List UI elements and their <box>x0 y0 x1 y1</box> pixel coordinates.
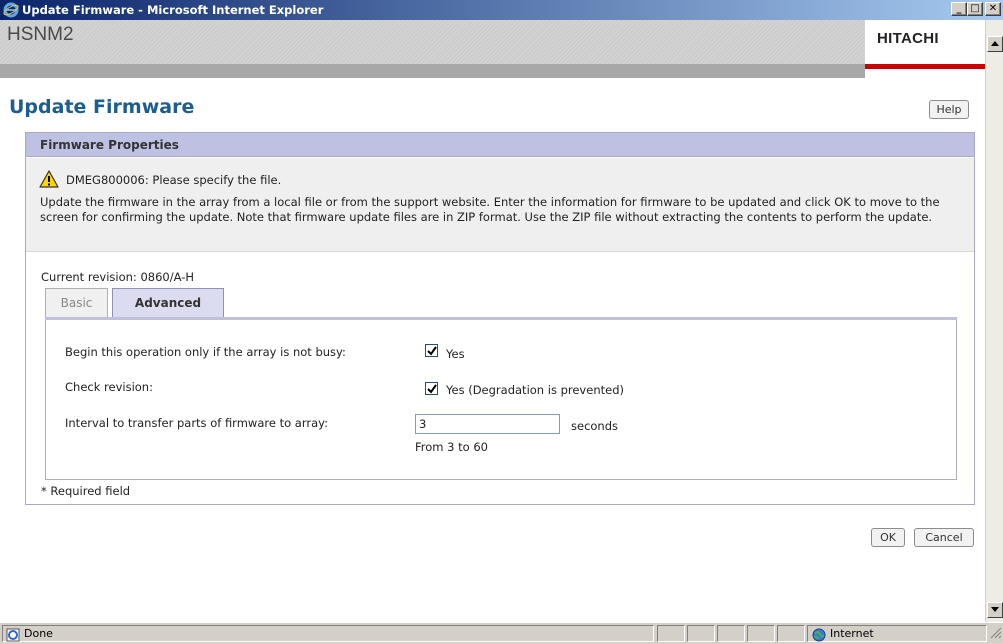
panel-title: Firmware Properties <box>40 138 179 152</box>
maximize-button[interactable]: □ <box>967 2 983 16</box>
status-segment <box>777 625 805 642</box>
scroll-down-button[interactable] <box>987 602 1003 618</box>
security-zone-panel: Internet <box>807 625 987 642</box>
busy-option-label: Begin this operation only if the array i… <box>65 345 346 359</box>
vertical-scrollbar[interactable] <box>985 20 1003 622</box>
app-header: HSNM2 HITACHI <box>0 20 985 78</box>
message-area: DMEG800006: Please specify the file. Upd… <box>26 158 974 252</box>
tab-basic[interactable]: Basic <box>45 288 108 318</box>
description-text: Update the firmware in the array from a … <box>40 195 940 224</box>
status-segment <box>687 625 715 642</box>
warning-icon <box>39 170 59 188</box>
current-revision: Current revision: 0860/A-H <box>41 270 194 284</box>
warning-message: DMEG800006: Please specify the file. <box>66 173 282 187</box>
brand-logo: HITACHI <box>865 20 985 78</box>
status-panel: Done <box>2 625 654 642</box>
arrow-up-icon <box>991 41 999 46</box>
arrow-down-icon <box>991 607 999 612</box>
status-segment <box>657 625 685 642</box>
interval-range-hint: From 3 to 60 <box>415 440 488 454</box>
required-field-note: * Required field <box>41 484 131 498</box>
internet-globe-icon <box>812 628 826 642</box>
interval-label: Interval to transfer parts of firmware t… <box>65 416 328 430</box>
ok-button[interactable]: OK <box>871 528 905 547</box>
interval-unit: seconds <box>571 419 619 433</box>
window-title-bar[interactable]: Update Firmware - Microsoft Internet Exp… <box>0 0 1003 20</box>
busy-checkbox[interactable] <box>425 344 438 357</box>
internet-explorer-icon <box>3 2 19 18</box>
page-title: Update Firmware <box>9 96 195 118</box>
interval-input[interactable] <box>415 414 560 434</box>
status-segment <box>717 625 745 642</box>
app-name: HSNM2 <box>7 24 74 45</box>
check-revision-checkbox[interactable] <box>425 382 438 395</box>
window-title: Update Firmware - Microsoft Internet Exp… <box>22 3 324 17</box>
check-icon <box>427 384 437 394</box>
page-content: HSNM2 HITACHI Update Firmware Help Firmw… <box>0 20 985 622</box>
minimize-button[interactable]: _ <box>951 2 967 16</box>
status-text: Done <box>24 627 53 640</box>
help-button[interactable]: Help <box>929 100 969 119</box>
advanced-tab-body: Begin this operation only if the array i… <box>45 320 957 480</box>
header-strip <box>0 64 865 78</box>
firmware-properties-panel: Firmware Properties DMEG800006: Please s… <box>25 132 975 505</box>
tab-advanced[interactable]: Advanced <box>112 288 224 318</box>
check-revision-yes-label: Yes (Degradation is prevented) <box>446 383 624 397</box>
close-button[interactable]: ✕ <box>985 2 1001 16</box>
busy-yes-label: Yes <box>446 347 465 361</box>
check-revision-label: Check revision: <box>65 380 153 394</box>
brand-text: HITACHI <box>877 30 939 47</box>
resize-grip-icon[interactable] <box>989 626 1002 639</box>
security-zone-text: Internet <box>830 627 874 640</box>
page-done-icon <box>6 628 20 642</box>
status-segment <box>747 625 775 642</box>
status-bar: Done Internet <box>0 622 1003 643</box>
scroll-up-button[interactable] <box>987 36 1003 52</box>
cancel-button[interactable]: Cancel <box>914 528 974 547</box>
check-icon <box>427 346 437 356</box>
brand-red-bar <box>865 64 985 69</box>
panel-header: Firmware Properties <box>26 133 974 157</box>
